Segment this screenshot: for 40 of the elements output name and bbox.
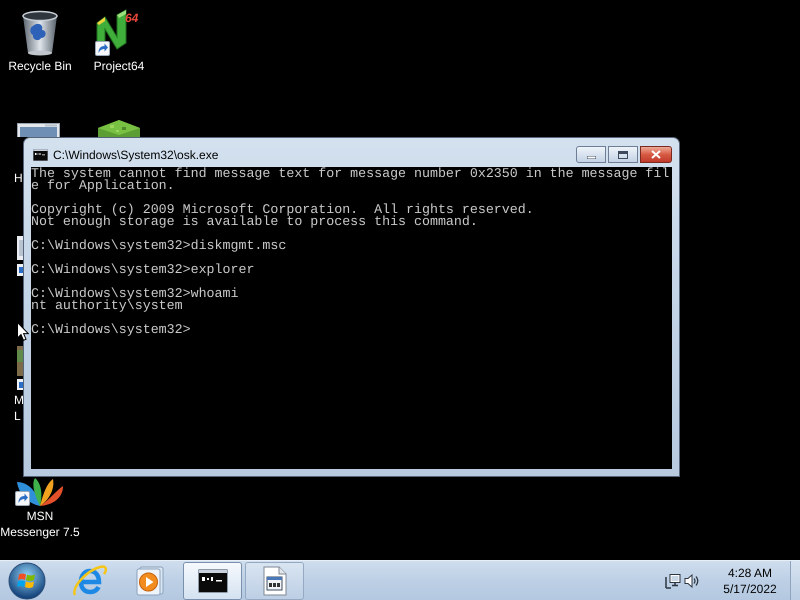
icon-label[interactable]: Recycle Bin [8, 58, 72, 74]
grass-block-icon[interactable] [98, 120, 140, 137]
window-title: C:\Windows\System32\osk.exe [53, 147, 218, 163]
icon-label[interactable]: MSN Messenger 7.5 [0, 508, 80, 540]
console-line: Not enough storage is available to process this command. [31, 216, 478, 228]
minimize-icon [586, 156, 596, 158]
console-line: C:\Windows\system32>explorer [31, 264, 254, 276]
maximize-icon [618, 150, 628, 158]
mouse-pointer-icon [17, 322, 29, 341]
terminal-icon [198, 568, 228, 592]
app-icon[interactable] [17, 236, 23, 276]
flag-orb-icon [8, 562, 46, 600]
console-line: e for Application. [31, 180, 175, 192]
clock-time[interactable]: 4:28 AM [728, 564, 772, 580]
logo-text: 64 [125, 11, 138, 25]
close-button[interactable] [640, 146, 672, 163]
icon-label[interactable]: Project64 [94, 58, 144, 74]
icon-label[interactable]: H [14, 170, 23, 186]
network-icon[interactable] [665, 572, 681, 588]
close-icon [651, 150, 661, 159]
console-line: nt authority\system [31, 300, 183, 312]
console-line: C:\Windows\system32>whoami [31, 288, 238, 300]
taskbar-button[interactable] [183, 562, 242, 600]
e-logo-icon[interactable] [72, 564, 108, 598]
console-line: C:\Windows\system32>diskmgmt.msc [31, 240, 286, 252]
window-app-icon[interactable] [17, 123, 60, 137]
maximize-button[interactable] [608, 146, 638, 163]
console-line: Copyright (c) 2009 Microsoft Corporation. All rights reserved. [31, 204, 534, 216]
icon-label[interactable]: M L [14, 392, 24, 424]
console-line: C:\Windows\system32> [31, 324, 191, 336]
console-line: The system cannot find message text for message number 0x2350 in the message fil [31, 168, 670, 180]
trash-bin-icon[interactable] [20, 8, 60, 56]
volume-icon[interactable] [684, 572, 700, 588]
taskbar-button[interactable] [245, 562, 304, 600]
minimize-button[interactable] [576, 146, 606, 163]
clock-date[interactable]: 5/17/2022 [723, 580, 777, 596]
app-icon[interactable] [17, 346, 23, 390]
terminal-icon [33, 149, 48, 161]
media-play-icon[interactable] [136, 566, 164, 596]
keyboard-document-icon [262, 566, 286, 596]
